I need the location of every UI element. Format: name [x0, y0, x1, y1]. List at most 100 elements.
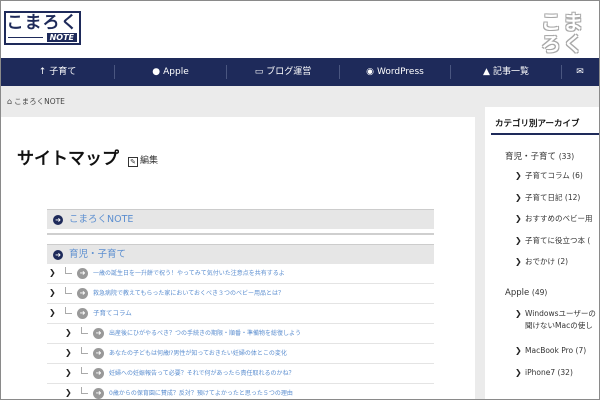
arrow-circle-icon: ➜ [53, 250, 63, 260]
breadcrumb-home-link[interactable]: こまろくNOTE [14, 97, 65, 106]
subcategory-count: (12) [564, 193, 581, 202]
subcategory-label: 子育て日記 [525, 193, 563, 202]
arrow-circle-icon: ➜ [93, 328, 104, 339]
tree-branch [65, 287, 72, 294]
main-content: サイトマップ ✎ 編集 ➜ こまろくNOTE ➜ 育児・子育て ❯ ➜ 一歳の誕生… [1, 117, 475, 399]
list-item[interactable]: ❯ ➜ あなたの子どもは何歳⁉男性が知っておきたい妊婦の体とこの変化 [47, 344, 434, 364]
subcategory-label: 子育てコラム [525, 171, 570, 180]
subcategory-count: (6) [572, 171, 583, 180]
row-link[interactable]: 妊婦への妊娠報告って必要？それで何があったら責任取れるのかね？ [109, 364, 295, 383]
logo-text: こまろく [6, 13, 79, 33]
sidebar-subcategory-continued[interactable]: 聞けないMacの使し [525, 320, 593, 331]
section-label: 育児・子育て [69, 249, 127, 260]
breadcrumb: ⌂ こまろくNOTE [7, 96, 65, 108]
arrow-circle-icon: ➜ [93, 348, 104, 359]
tree-branch [81, 367, 88, 374]
side-logo[interactable]: こま ろく [541, 11, 597, 57]
site-header: こまろく NOTE こま ろく [1, 1, 599, 58]
tree-branch [81, 347, 88, 354]
chevron-right-icon: ❯ [515, 346, 522, 355]
logo-underline [8, 37, 43, 38]
category-count: (49) [531, 288, 548, 297]
category-count: (33) [558, 152, 575, 161]
sidebar-title-underline [491, 133, 599, 135]
chevron-right-icon: ❯ [515, 236, 522, 245]
list-item[interactable]: ❯ ➜ 0歳からの保育園に賛成？反対？預けてよかったと思った５つの理由 [47, 384, 434, 399]
row-link[interactable]: 救急病院で教えてもらった家においておくべき３つのベビー用品とは？ [93, 284, 284, 303]
tree-branch [81, 387, 88, 394]
row-link[interactable]: 0歳からの保育園に賛成？反対？預けてよかったと思った５つの理由 [109, 384, 293, 399]
browser-viewport: こまろく NOTE こま ろく ↑ 子育て ● Apple ▭ ブログ運営 ◉ Word… [0, 0, 600, 400]
category-label: Apple [505, 288, 530, 298]
list-item[interactable]: ❯ ➜ 妊婦への妊娠報告って必要？それで何があったら責任取れるのかね？ [47, 364, 434, 384]
section-divider [47, 233, 434, 235]
arrow-circle-icon: ➜ [77, 308, 88, 319]
tree-branch [81, 327, 88, 334]
tree-branch [65, 267, 72, 274]
list-item[interactable]: ❯ ➜ 子育てコラム [47, 304, 434, 324]
sitemap-section-parenting[interactable]: ➜ 育児・子育て [47, 244, 434, 264]
subcategory-label: 子育てに役立つ本 [525, 236, 585, 245]
nav-item-contact[interactable]: ✉ [562, 58, 599, 86]
home-icon: ⌂ [7, 97, 13, 106]
list-item[interactable]: ❯ ➜ 一歳の誕生日を一升餅で祝う！やってみて気付いた注意点を共有するよ [47, 264, 434, 284]
nav-label-wordpress: WordPress [377, 67, 424, 77]
chevron-right-icon: ❯ [515, 257, 522, 266]
arrow-circle-icon: ➜ [53, 215, 63, 225]
sitemap-section-home[interactable]: ➜ こまろくNOTE [47, 209, 434, 229]
category-label: 育児・子育て [505, 152, 557, 162]
nav-label-apple: Apple [163, 67, 189, 77]
nav-item-parenting[interactable]: ↑ 子育て [1, 58, 114, 86]
edit-link[interactable]: ✎ 編集 [128, 155, 158, 167]
nav-item-apple[interactable]: ● Apple [115, 58, 226, 86]
chevron-right-icon: ❯ [65, 368, 72, 377]
sidebar-subcategory[interactable]: ❯ 子育てに役立つ本 ( [515, 235, 591, 246]
nav-item-articles[interactable]: ▲ 記事一覧 [451, 58, 561, 86]
sidebar-subcategory[interactable]: ❯ おすすめのベビー用 [515, 213, 593, 224]
sidebar-title: カテゴリ別アーカイブ [495, 119, 580, 129]
chevron-right-icon: ❯ [49, 268, 56, 277]
row-link[interactable]: 子育てコラム [93, 304, 132, 323]
chevron-right-icon: ❯ [515, 171, 522, 180]
chevron-right-icon: ❯ [515, 214, 522, 223]
nav-item-blog[interactable]: ▭ ブログ運営 [227, 58, 339, 86]
nav-label-parenting: 子育て [49, 67, 77, 77]
subcategory-label: おでかけ [525, 257, 555, 266]
subcategory-count: ( [587, 236, 591, 245]
apple-icon: ● [152, 67, 161, 77]
row-link[interactable]: あなたの子どもは何歳⁉男性が知っておきたい妊婦の体とこの変化 [109, 344, 287, 363]
chevron-right-icon: ❯ [49, 308, 56, 317]
side-logo-top: こま [541, 10, 585, 34]
mail-icon: ✉ [576, 67, 584, 77]
sidebar-subcategory[interactable]: ❯ Windowsユーザーの [515, 308, 596, 319]
site-logo[interactable]: こまろく NOTE [4, 11, 81, 45]
sidebar-subcategory[interactable]: ❯ iPhone7 (32) [515, 367, 573, 378]
subcategory-count: (2) [557, 257, 569, 266]
wordpress-icon: ◉ [366, 67, 375, 77]
sidebar-subcategory[interactable]: ❯ 子育て日記 (12) [515, 192, 581, 203]
chevron-right-icon: ❯ [65, 348, 72, 357]
logo-badge: NOTE [46, 33, 77, 42]
nav-item-wordpress[interactable]: ◉ WordPress [340, 58, 450, 86]
chevron-right-icon: ❯ [65, 328, 72, 337]
section-label: こまろくNOTE [69, 214, 134, 225]
row-link[interactable]: 出産後にひがやるべき？つの手続きの期限・順番・準備物を総復しよう [109, 324, 301, 343]
row-link[interactable]: 一歳の誕生日を一升餅で祝う！やってみて気付いた注意点を共有するよ [93, 264, 285, 283]
list-item[interactable]: ❯ ➜ 救急病院で教えてもらった家においておくべき３つのベビー用品とは？ [47, 284, 434, 304]
chevron-right-icon: ❯ [65, 388, 72, 397]
sidebar-subcategory[interactable]: ❯ おでかけ (2) [515, 256, 569, 267]
subcategory-label: iPhone7 [525, 368, 556, 377]
sidebar-subcategory[interactable]: ❯ MacBook Pro (7) [515, 345, 586, 356]
subcategory-label: MacBook Pro [525, 346, 574, 355]
monitor-icon: ▭ [254, 67, 264, 77]
page-title: サイトマップ [17, 149, 119, 169]
arrow-circle-icon: ➜ [93, 368, 104, 379]
arrow-circle-icon: ➜ [77, 268, 88, 279]
sidebar-category-parenting[interactable]: 育児・子育て (33) [505, 150, 574, 162]
sidebar-category-apple[interactable]: Apple (49) [505, 288, 547, 298]
list-item[interactable]: ❯ ➜ 出産後にひがやるべき？つの手続きの期限・順番・準備物を総復しよう [47, 324, 434, 344]
parenting-icon: ↑ [38, 67, 47, 77]
chevron-right-icon: ❯ [515, 368, 522, 377]
arrow-circle-icon: ➜ [93, 388, 104, 399]
sidebar-subcategory[interactable]: ❯ 子育てコラム (6) [515, 170, 583, 181]
